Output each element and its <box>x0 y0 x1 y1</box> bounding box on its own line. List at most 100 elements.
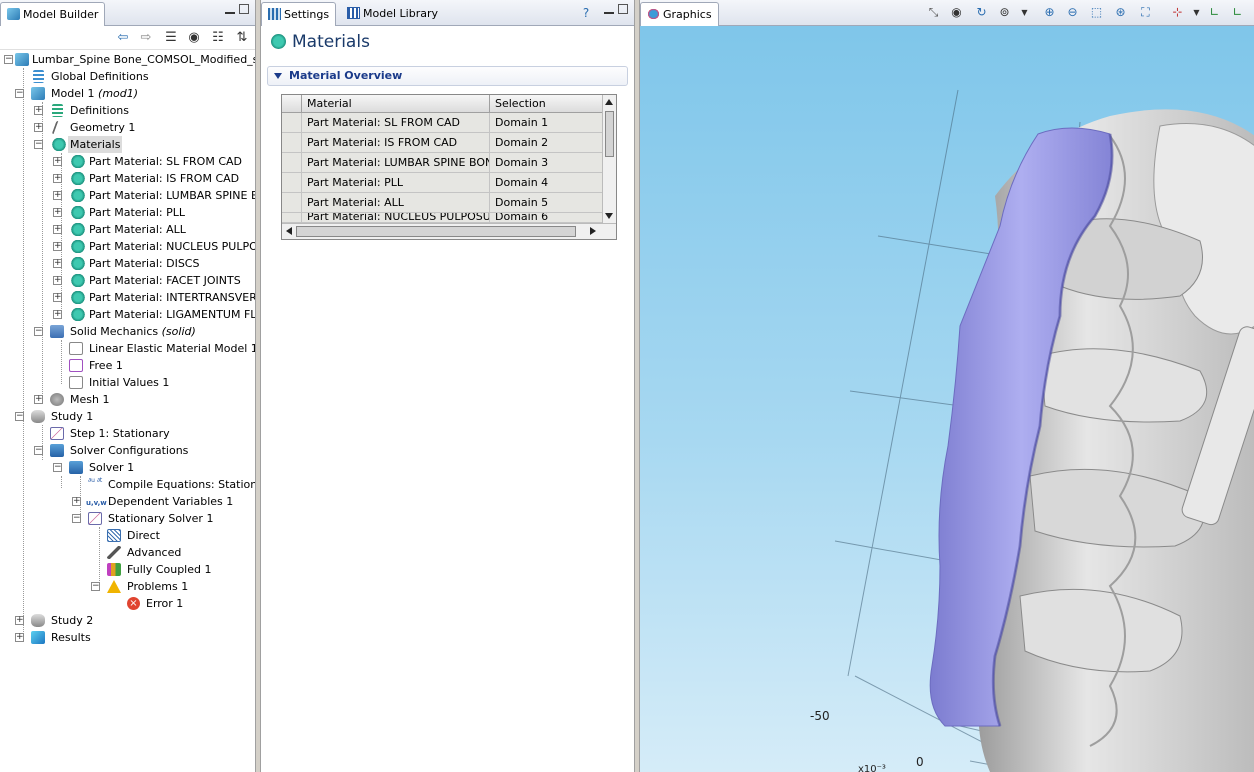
model-builder-icon <box>7 8 20 20</box>
model-builder-pane: Model Builder ⇦ ⇨ ☰ ◉ ☷ ⇅ − Lumbar_Spine… <box>0 0 256 772</box>
minimize-button[interactable] <box>225 6 235 14</box>
chevron-down-icon[interactable]: ▼ <box>1017 5 1032 20</box>
expand-toggle[interactable]: + <box>53 225 62 234</box>
maximize-button[interactable] <box>239 4 249 14</box>
direct-icon <box>107 529 121 542</box>
collapse-toggle[interactable]: − <box>53 463 62 472</box>
column-header-selection[interactable]: Selection <box>490 95 604 113</box>
warning-icon <box>107 580 121 593</box>
expand-toggle[interactable]: + <box>34 395 43 404</box>
collapse-toggle[interactable]: − <box>15 412 24 421</box>
collapse-toggle[interactable]: − <box>34 327 43 336</box>
stationary-solver-icon <box>88 512 102 525</box>
collapse-toggle[interactable]: − <box>34 446 43 455</box>
table-row[interactable]: Part Material: PLL Domain 4 <box>282 173 602 193</box>
scroll-left-icon[interactable] <box>286 227 292 235</box>
expand-toggle[interactable]: + <box>53 208 62 217</box>
column-header-material[interactable]: Material <box>302 95 490 113</box>
scroll-down-icon[interactable] <box>605 213 613 219</box>
scroll-thumb[interactable] <box>605 111 614 157</box>
expand-toggle[interactable]: + <box>53 242 62 251</box>
collapse-list-icon[interactable]: ☰ <box>163 30 179 46</box>
expand-toggle[interactable]: + <box>53 259 62 268</box>
expand-toggle[interactable]: + <box>53 191 62 200</box>
table-row[interactable]: Part Material: NUCLEUS PULPOSUS Domain 6 <box>282 213 602 223</box>
row-handle <box>282 113 302 133</box>
material-overview-section[interactable]: Material Overview <box>267 66 628 86</box>
materials-icon <box>52 138 66 151</box>
show-icon[interactable]: ◉ <box>186 30 202 46</box>
select-icon[interactable]: ⤡ <box>926 5 941 20</box>
study-icon <box>31 614 45 627</box>
chevron-down-icon[interactable]: ▼ <box>1189 5 1204 20</box>
dependent-variables-icon: u,v,w <box>86 499 107 507</box>
expand-list-icon[interactable]: ☷ <box>210 30 226 46</box>
collapse-toggle[interactable]: − <box>34 140 43 149</box>
camera-icon[interactable]: ⊚ <box>997 5 1012 20</box>
expand-toggle[interactable]: + <box>15 616 24 625</box>
expand-toggle[interactable]: + <box>53 276 62 285</box>
scroll-up-icon[interactable] <box>605 99 613 105</box>
table-row[interactable]: Part Material: SL FROM CAD Domain 1 <box>282 113 602 133</box>
minimize-button[interactable] <box>604 6 614 14</box>
axis-label: -50 <box>810 709 830 723</box>
expand-toggle[interactable]: + <box>72 497 81 506</box>
row-handle <box>282 153 302 173</box>
table-row[interactable]: Part Material: LUMBAR SPINE BONE Domain … <box>282 153 602 173</box>
zoom-out-icon[interactable]: ⊖ <box>1065 5 1080 20</box>
expand-toggle[interactable]: + <box>15 633 24 642</box>
model-file-icon <box>15 53 29 66</box>
material-icon <box>71 172 85 185</box>
material-icon <box>71 223 85 236</box>
collapse-toggle[interactable]: − <box>91 582 100 591</box>
zoom-extents-icon[interactable]: ⛶ <box>1138 5 1153 20</box>
sort-list-icon[interactable]: ⇅ <box>234 30 250 46</box>
solid-mechanics-icon <box>50 325 64 338</box>
axis-label: 0 <box>916 755 924 769</box>
zoom-box-icon[interactable]: ⬚ <box>1089 5 1104 20</box>
graphics-canvas[interactable]: -50 0 x10⁻³ <box>640 26 1254 772</box>
model-builder-tabbar: Model Builder <box>0 0 255 26</box>
table-row[interactable]: Part Material: ALL Domain 5 <box>282 193 602 213</box>
global-definitions-icon <box>33 70 44 83</box>
expand-toggle[interactable]: + <box>34 106 43 115</box>
row-handle <box>282 193 302 213</box>
chevron-down-icon[interactable] <box>274 73 282 79</box>
tab-model-builder[interactable]: Model Builder <box>0 2 106 26</box>
header-spacer <box>282 95 302 113</box>
help-icon[interactable]: ? <box>578 5 594 21</box>
physics-feature-icon <box>69 359 83 372</box>
geometry-icon <box>51 121 67 134</box>
tab-graphics[interactable]: Graphics <box>640 2 719 26</box>
refresh-icon[interactable]: ↻ <box>974 5 989 20</box>
view-yz-icon[interactable]: ∟ <box>1230 5 1245 20</box>
tab-model-library[interactable]: Model Library <box>341 2 444 26</box>
axes-icon[interactable]: ⊹ <box>1170 5 1185 20</box>
model-icon <box>31 87 45 100</box>
collapse-toggle[interactable]: − <box>15 89 24 98</box>
expand-toggle[interactable]: + <box>53 157 62 166</box>
scroll-thumb[interactable] <box>296 226 576 237</box>
zoom-in-icon[interactable]: ⊕ <box>1042 5 1057 20</box>
spine-model-render[interactable] <box>640 26 1254 772</box>
back-arrow-icon[interactable]: ⇦ <box>115 30 131 46</box>
forward-arrow-icon[interactable]: ⇨ <box>138 30 154 46</box>
expand-toggle[interactable]: + <box>53 310 62 319</box>
expand-toggle[interactable]: + <box>53 293 62 302</box>
tab-settings[interactable]: Settings <box>261 2 337 26</box>
maximize-button[interactable] <box>618 4 628 14</box>
view-xy-icon[interactable]: ∟ <box>1207 5 1222 20</box>
scroll-right-icon[interactable] <box>590 227 596 235</box>
show-icon[interactable]: ◉ <box>949 5 964 20</box>
expand-toggle[interactable]: + <box>53 174 62 183</box>
collapse-toggle[interactable]: − <box>72 514 81 523</box>
table-horizontal-scrollbar[interactable] <box>282 223 616 239</box>
axis-scale-label: x10⁻³ <box>858 764 886 772</box>
table-row[interactable]: Part Material: IS FROM CAD Domain 2 <box>282 133 602 153</box>
expand-toggle[interactable]: + <box>34 123 43 132</box>
settings-pane: Settings Model Library ? Materials Mater… <box>260 0 635 772</box>
collapse-toggle[interactable]: − <box>4 55 13 64</box>
table-vertical-scrollbar[interactable] <box>602 95 616 223</box>
material-icon <box>71 240 85 253</box>
zoom-selected-icon[interactable]: ⊛ <box>1113 5 1128 20</box>
